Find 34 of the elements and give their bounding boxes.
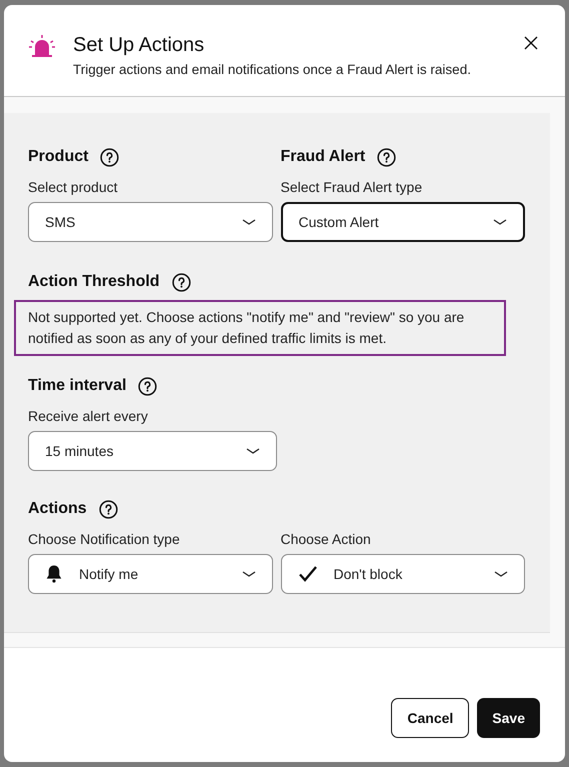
section-heading: Fraud Alert (280, 147, 366, 167)
chevron-down-icon (246, 447, 260, 455)
field-label: Choose Action (280, 530, 372, 549)
siren-icon (28, 34, 56, 60)
close-icon[interactable] (524, 36, 538, 50)
select-dropdown[interactable]: Custom Alert (280, 202, 525, 242)
select-dropdown[interactable]: Don't block (280, 554, 525, 594)
field-label: Select Fraud Alert type (280, 178, 424, 197)
notice-box: Not supported yet. Choose actions "notify me" and "review" so you are notified as soon as any of your defined traffic limits is met. (14, 300, 506, 356)
section-heading: Time interval (28, 376, 126, 396)
dialog-title: Set Up Actions (73, 33, 206, 58)
field-label: Receive alert every (28, 407, 149, 426)
select-dropdown[interactable]: Notify me (28, 554, 272, 594)
select-dropdown[interactable]: SMS (28, 202, 272, 242)
help-icon[interactable] (100, 148, 120, 166)
chevron-down-icon (493, 218, 507, 226)
section-heading: Action Threshold (28, 272, 160, 292)
help-icon[interactable] (138, 376, 158, 396)
chevron-down-icon (242, 570, 256, 578)
dialog-subtitle: Trigger actions and email notifications once a Fraud Alert is raised. (73, 61, 472, 79)
chevron-down-icon (494, 570, 508, 578)
save-button[interactable]: Save (477, 698, 540, 738)
bell-icon (45, 564, 63, 584)
cancel-button[interactable]: Cancel (391, 698, 470, 738)
help-icon[interactable] (172, 272, 191, 292)
help-icon[interactable] (377, 148, 396, 166)
check-icon (298, 565, 318, 583)
help-icon[interactable] (98, 500, 118, 518)
field-label: Choose Notification type (28, 530, 181, 549)
field-label: Select product (28, 178, 118, 197)
chevron-down-icon (242, 218, 256, 226)
select-dropdown[interactable]: 15 minutes (28, 431, 277, 471)
section-heading: Product (28, 147, 88, 167)
section-heading: Actions (28, 499, 87, 519)
